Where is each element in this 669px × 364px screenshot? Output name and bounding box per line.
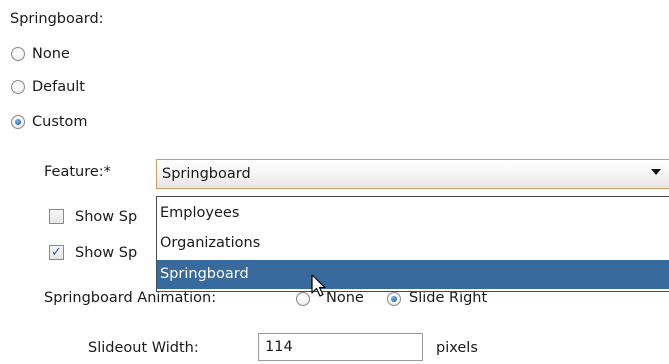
springboard-custom-label: Custom [32,114,88,130]
slideout-unit-label: pixels [436,340,478,356]
feature-select[interactable]: Springboard [156,159,669,189]
springboard-none-label: None [32,46,70,62]
show-sp-label-1: Show Sp [75,209,138,225]
springboard-label: Springboard: [10,11,104,27]
arrow-pointer-icon [311,274,327,302]
dropdown-option-springboard[interactable]: Springboard [157,260,669,289]
animation-slide-right-radio[interactable] [387,292,401,306]
show-sp-checkbox-2[interactable]: ✓ [49,245,64,260]
feature-selected-value: Springboard [162,166,251,182]
springboard-default-radio[interactable] [11,80,25,94]
slideout-width-value: 114 [265,339,293,355]
slideout-width-input[interactable]: 114 [258,333,423,361]
check-icon: ✓ [51,245,62,260]
chevron-down-icon[interactable] [651,169,661,175]
slideout-width-label: Slideout Width: [88,340,199,356]
feature-label: Feature:* [44,164,111,180]
springboard-none-radio[interactable] [11,47,25,61]
dropdown-option-employees[interactable]: Employees [157,199,669,228]
springboard-default-label: Default [32,79,85,95]
springboard-custom-radio[interactable] [11,115,25,129]
feature-dropdown-list[interactable]: Employees Organizations Springboard [156,196,669,292]
animation-none-radio[interactable] [296,292,310,306]
show-sp-label-2: Show Sp [75,245,138,261]
dropdown-option-organizations[interactable]: Organizations [157,229,669,258]
show-sp-checkbox-1[interactable] [49,209,64,224]
